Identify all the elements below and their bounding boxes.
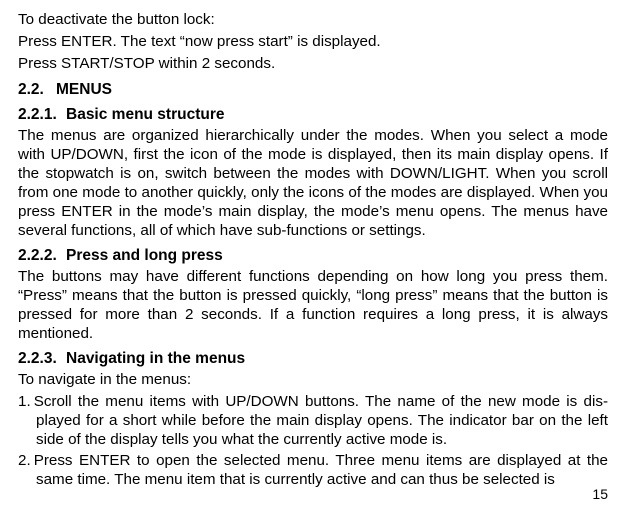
heading-2-2-1: 2.2.1.Basic menu structure: [18, 106, 608, 124]
heading-2-2-2-num: 2.2.2.: [18, 247, 66, 265]
body-2-2-2: The buttons may have different functions…: [18, 267, 608, 343]
heading-2-2-3-num: 2.2.3.: [18, 350, 66, 368]
lead-2-2-3: To navigate in the menus:: [18, 370, 608, 389]
intro-line-3: Press START/STOP within 2 seconds.: [18, 54, 608, 73]
page: To deactivate the button lock: Press ENT…: [0, 0, 626, 510]
heading-2-2-title: MENUS: [56, 81, 112, 98]
heading-2-2-num: 2.2.: [18, 81, 56, 99]
heading-2-2-3-title: Navigating in the menus: [66, 350, 245, 367]
page-number: 15: [592, 486, 608, 502]
heading-2-2-2: 2.2.2.Press and long press: [18, 247, 608, 265]
list-item: 2. Press ENTER to open the selected menu…: [18, 451, 608, 489]
heading-2-2-1-title: Basic menu structure: [66, 106, 225, 123]
heading-2-2-1-num: 2.2.1.: [18, 106, 66, 124]
heading-2-2-2-title: Press and long press: [66, 247, 223, 264]
heading-2-2: 2.2.MENUS: [18, 81, 608, 99]
body-2-2-1: The menus are organized hierarchically u…: [18, 126, 608, 240]
intro-line-2: Press ENTER. The text “now press start” …: [18, 32, 608, 51]
intro-line-1: To deactivate the button lock:: [18, 10, 608, 29]
nav-list: 1. Scroll the menu items with UP/DOWN bu…: [18, 392, 608, 489]
list-item: 1. Scroll the menu items with UP/DOWN bu…: [18, 392, 608, 449]
heading-2-2-3: 2.2.3.Navigating in the menus: [18, 350, 608, 368]
